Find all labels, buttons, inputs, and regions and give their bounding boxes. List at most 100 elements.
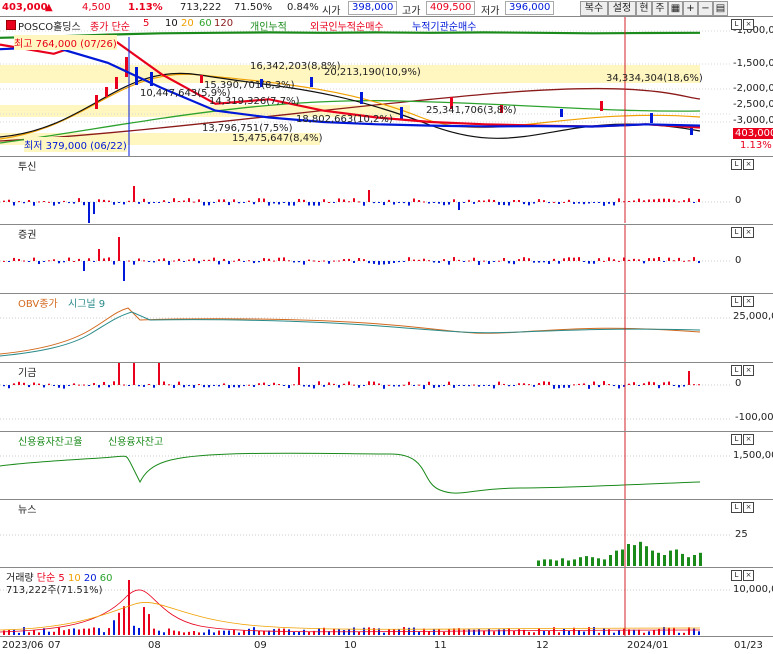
news-bar-20 — [657, 552, 660, 566]
gigeum-bar-43 — [218, 385, 220, 387]
gigeum-bar-71 — [358, 385, 360, 388]
panel-close-icon[interactable]: × — [743, 19, 754, 30]
tusin-lock-icon[interactable]: L — [731, 159, 742, 170]
jeung-bar-110 — [553, 258, 555, 261]
tusin-bar-97 — [488, 199, 490, 202]
jeung-bar-71 — [358, 258, 360, 261]
week-button[interactable]: 주 — [652, 1, 668, 16]
gigeum-bar-61 — [308, 385, 310, 387]
grid-icon[interactable]: ▦ — [668, 1, 683, 16]
x-label-5: 11 — [434, 640, 447, 651]
jeung-bar-123 — [618, 260, 620, 262]
jeung-bar-112 — [563, 258, 565, 261]
jeung-bar-94 — [473, 257, 475, 261]
jeung-bar-53 — [268, 258, 270, 261]
jeungkwon-close-icon[interactable]: × — [743, 227, 754, 238]
gigeum-bar-14 — [73, 383, 75, 385]
jeung-bar-6 — [33, 257, 35, 261]
obv-close-icon[interactable]: × — [743, 296, 754, 307]
jeung-bar-24 — [123, 261, 125, 281]
volume-close-icon[interactable]: × — [743, 570, 754, 581]
gigeum-bar-25 — [128, 385, 130, 386]
jeung-bar-93 — [468, 260, 470, 262]
gigeum-bar-33 — [168, 384, 170, 386]
copy-button[interactable]: 복수 — [580, 1, 608, 16]
volume-ma5-line — [0, 589, 701, 633]
current-button[interactable]: 현 — [636, 1, 652, 16]
news-bar-13 — [615, 550, 618, 566]
tusin-bar-5 — [28, 200, 30, 202]
jeung-bar-102 — [513, 261, 515, 265]
tusin-bar-19 — [98, 199, 100, 202]
tusin-bar-29 — [148, 202, 150, 204]
obv-lock-icon[interactable]: L — [731, 296, 742, 307]
credit-lock-icon[interactable]: L — [731, 434, 742, 445]
gigeum-bar-69 — [348, 381, 350, 385]
jeung-bar-67 — [338, 260, 340, 262]
tusin-svg — [0, 157, 730, 223]
tusin-bar-63 — [318, 202, 320, 206]
tusin-bar-110 — [553, 201, 555, 203]
gigeum-bar-101 — [508, 385, 510, 387]
volume-bar-76 — [383, 632, 385, 635]
credit-close-icon[interactable]: × — [743, 434, 754, 445]
tusin-bar-10 — [53, 202, 55, 206]
volume-bar-24 — [123, 606, 125, 635]
tusin-bar-68 — [343, 199, 345, 202]
volume-bar-108 — [543, 631, 545, 635]
volume-lock-icon[interactable]: L — [731, 570, 742, 581]
candle-10 — [360, 92, 363, 104]
jeung-bar-121 — [608, 257, 610, 261]
tusin-close-icon[interactable]: × — [743, 159, 754, 170]
jeung-bar-23 — [118, 237, 120, 261]
gigeum-bar-63 — [318, 381, 320, 385]
tusin-bar-4 — [23, 202, 25, 204]
jeung-bar-120 — [603, 260, 605, 262]
high-label: 고가 — [402, 6, 421, 17]
volume-bar-57 — [288, 629, 290, 635]
volume-bar-6 — [33, 629, 35, 635]
annotation-2: 34,334,304(18,6%) — [606, 73, 703, 84]
gigeum-close-icon[interactable]: × — [743, 365, 754, 376]
volume-bar-42 — [213, 632, 215, 635]
tusin-bar-26 — [133, 186, 135, 202]
volume-bar-136 — [683, 632, 685, 635]
tusin-bar-76 — [383, 202, 385, 206]
gigeum-bar-137 — [688, 371, 690, 385]
minus-icon[interactable]: − — [698, 1, 713, 16]
tusin-bar-35 — [178, 201, 180, 203]
news-bar-7 — [579, 557, 582, 566]
gigeum-bar-90 — [453, 385, 455, 388]
plus-icon[interactable]: + — [683, 1, 698, 16]
news-bar-18 — [645, 546, 648, 566]
news-close-icon[interactable]: × — [743, 502, 754, 513]
jeung-bar-95 — [478, 261, 480, 265]
stock-name: POSCO홀딩스 — [18, 22, 81, 33]
x-label-7: 2024/01 — [627, 640, 669, 651]
gigeum-bar-68 — [343, 383, 345, 385]
jeung-bar-104 — [523, 257, 525, 261]
gigeum-bar-30 — [153, 385, 155, 388]
news-bar-0 — [537, 560, 540, 566]
gigeum-lock-icon[interactable]: L — [731, 365, 742, 376]
panel-lock-icon[interactable]: L — [731, 19, 742, 30]
settings-button[interactable]: 설정 — [608, 1, 636, 16]
credit-balance-title: 신용융자잔고 — [108, 437, 164, 448]
jeungkwon-lock-icon[interactable]: L — [731, 227, 742, 238]
tusin-bar-123 — [618, 198, 620, 202]
volume-bar-89 — [448, 628, 450, 635]
news-lock-icon[interactable]: L — [731, 502, 742, 513]
tusin-bar-139 — [698, 198, 700, 202]
volume-bar-25 — [128, 580, 130, 635]
volume-bar-14 — [73, 628, 75, 635]
jeung-bar-80 — [403, 261, 405, 262]
layout-icon[interactable]: ▤ — [713, 1, 728, 16]
volume-bar-134 — [673, 627, 675, 635]
ma120-legend: 120 — [214, 18, 234, 29]
jeung-bar-97 — [488, 261, 490, 264]
volume-bar-36 — [183, 632, 185, 635]
jeung-bar-26 — [133, 261, 135, 265]
tusin-bar-125 — [628, 200, 630, 202]
jeung-bar-74 — [373, 261, 375, 264]
jeung-bar-139 — [698, 261, 700, 264]
